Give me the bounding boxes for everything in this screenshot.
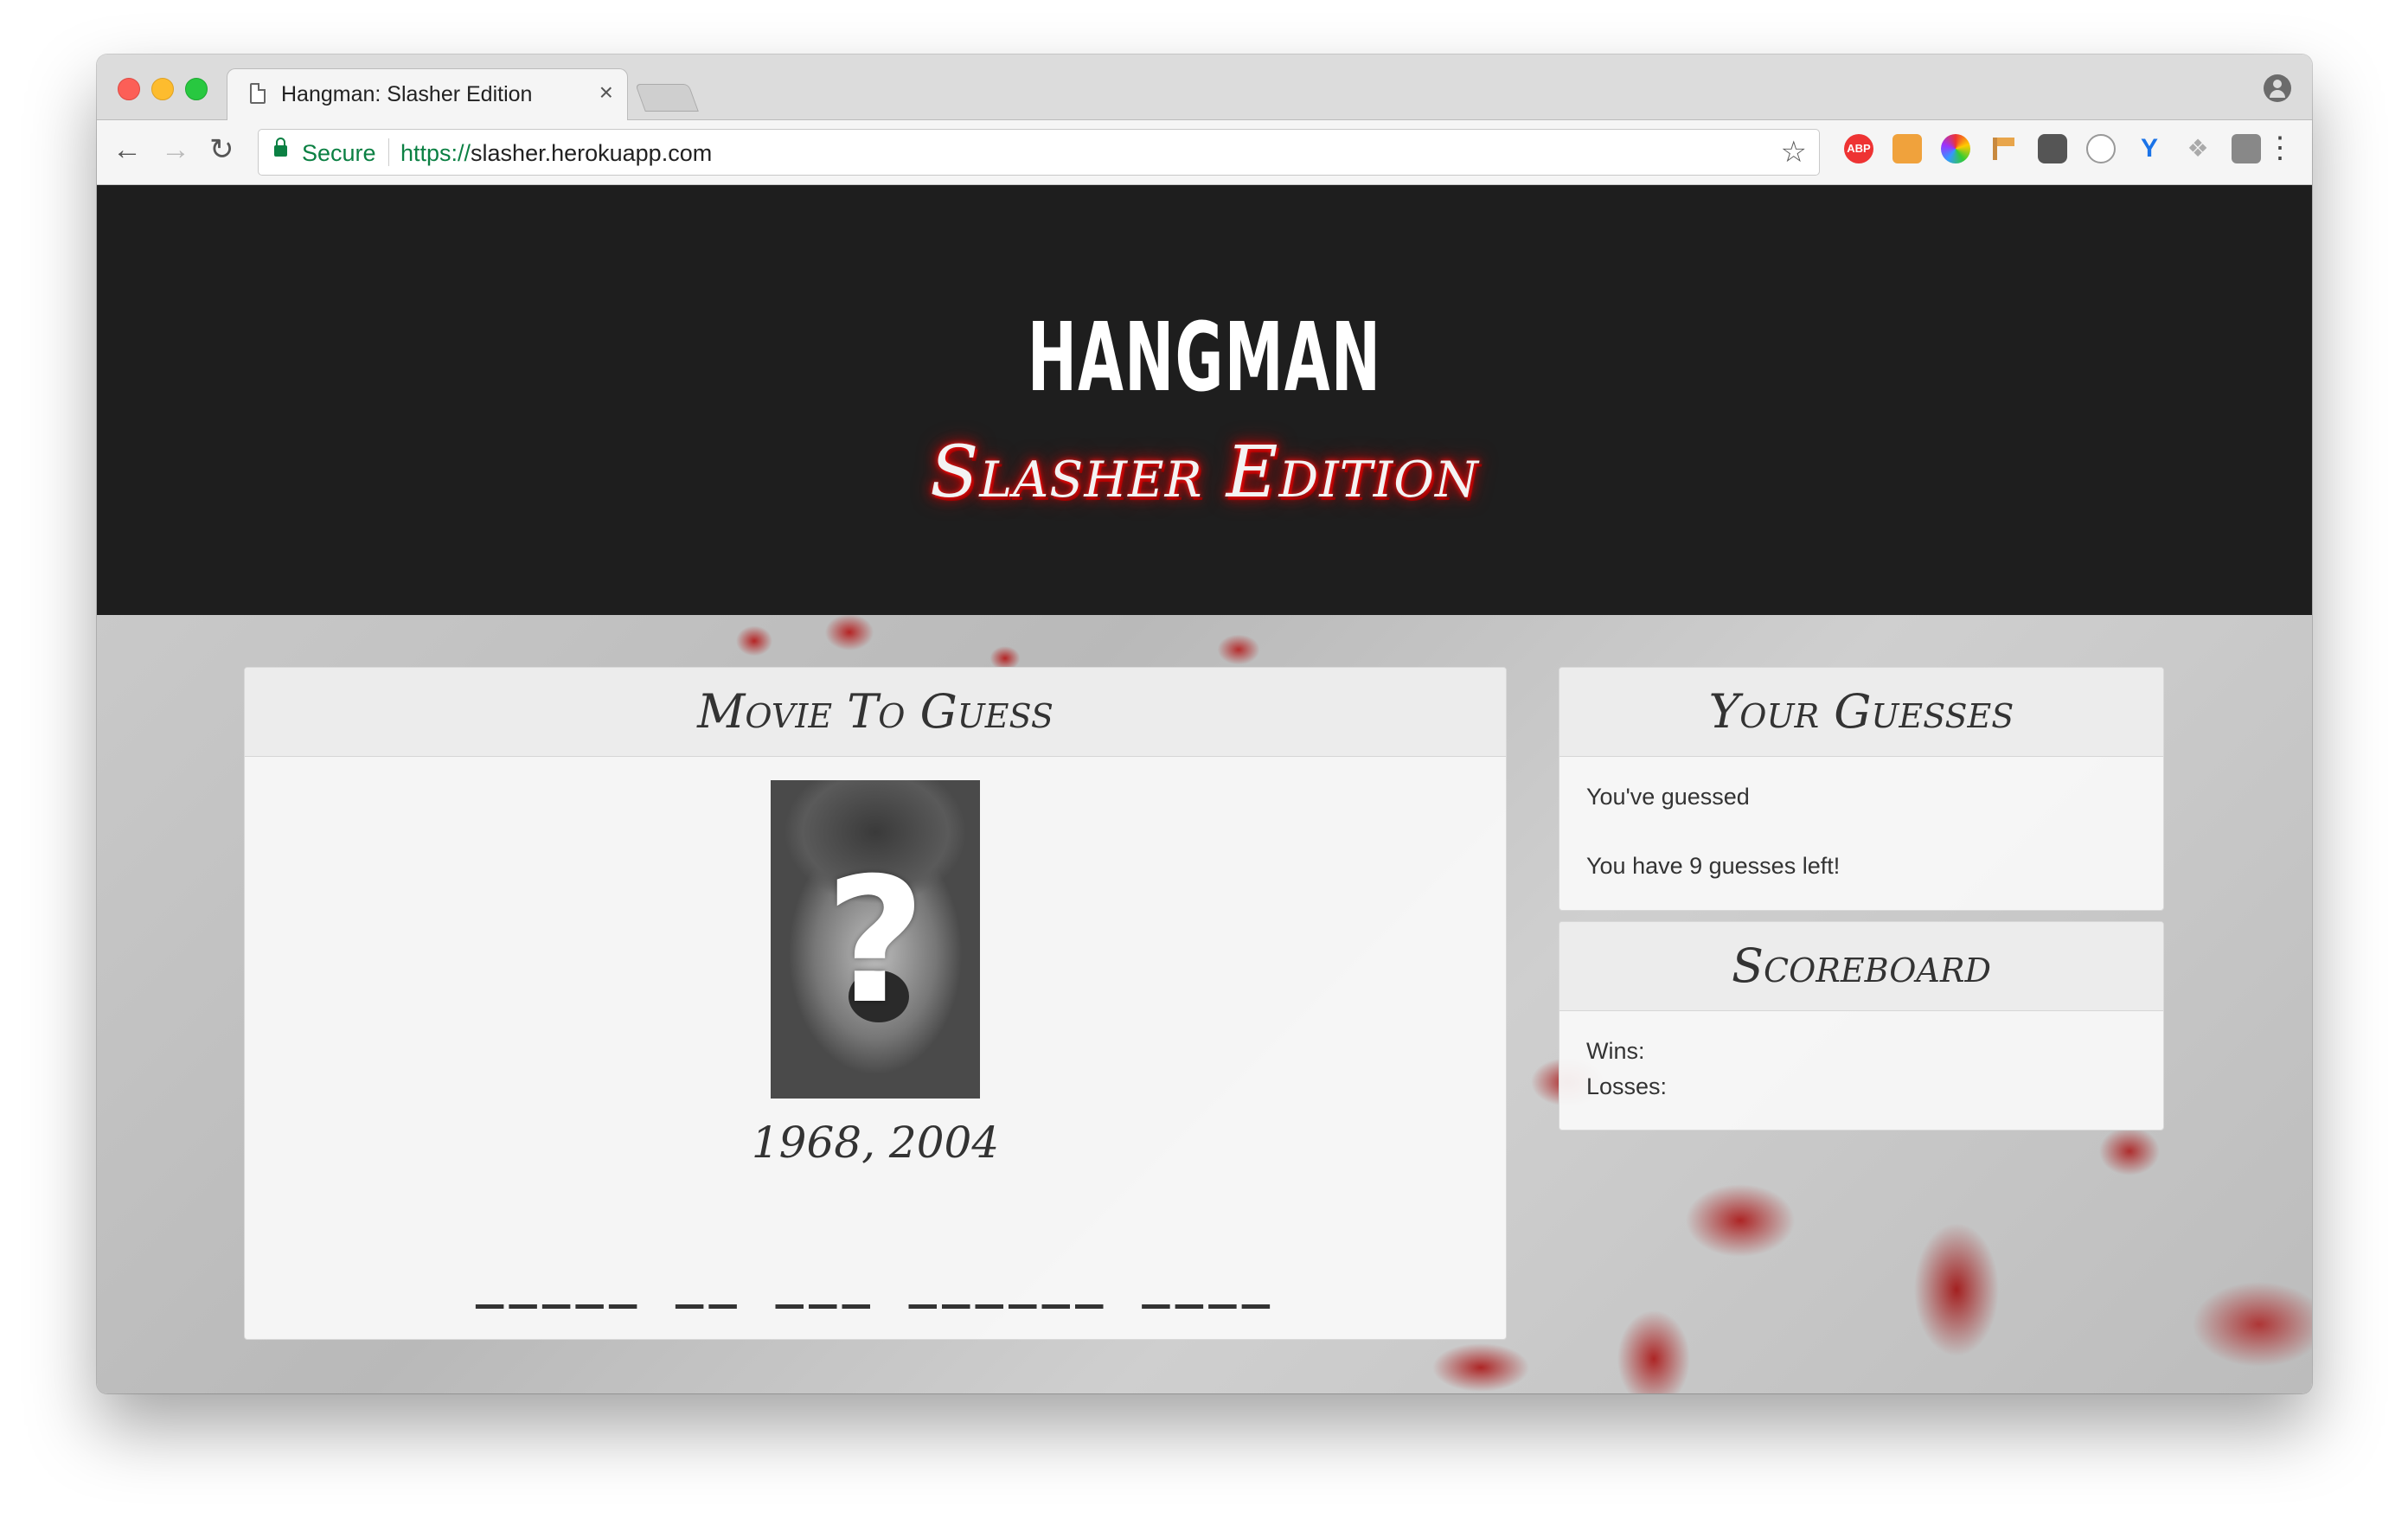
react-extension-icon[interactable] [2232, 134, 2261, 163]
close-window-button[interactable] [118, 78, 140, 100]
color-picker-extension-icon[interactable] [1941, 134, 1970, 163]
reload-icon[interactable]: ↻ [209, 132, 234, 167]
address-bar[interactable]: Secure https://slasher.herokuapp.com ☆ [258, 129, 1820, 176]
scoreboard-panel: Scoreboard Wins: Losses: [1559, 921, 2164, 1131]
scoreboard-heading: Scoreboard [1559, 922, 2163, 1011]
dropbox-extension-icon[interactable]: ❖ [2183, 134, 2213, 163]
site-title: HANGMAN [1027, 302, 1382, 413]
adblock-extension-icon[interactable]: ABP [1844, 134, 1873, 163]
tab-active[interactable]: Hangman: Slasher Edition × [227, 68, 628, 121]
guessed-letters-text: You've guessed [1586, 784, 1750, 810]
movie-panel: Movie To Guess ? 1968, 2004 _____ __ ___… [244, 667, 1507, 1340]
address-separator [388, 138, 389, 166]
guesses-remaining-text: You have 9 guesses left! [1586, 853, 1841, 879]
flag-extension-icon[interactable] [1989, 134, 2019, 163]
bookmark-star-icon[interactable]: ☆ [1781, 135, 1807, 170]
maximize-window-button[interactable] [185, 78, 208, 100]
word-blanks: _____ __ ___ ______ ____ [475, 1254, 1276, 1309]
question-mark-icon: ? [824, 841, 925, 1042]
new-tab-button[interactable] [635, 84, 699, 112]
menu-icon[interactable]: ⋮ [2265, 131, 2295, 165]
site-header: HANGMAN Slasher Edition [97, 185, 2312, 615]
browser-window: Hangman: Slasher Edition × ← → ↻ Secure … [97, 54, 2312, 1393]
pocket-extension-icon[interactable] [2038, 134, 2067, 163]
site-subtitle: Slasher Edition [930, 432, 1479, 514]
blood-splatter-background: Movie To Guess ? 1968, 2004 _____ __ ___… [97, 615, 2312, 1393]
url-text[interactable]: https://slasher.herokuapp.com [400, 140, 712, 167]
tab-bar: Hangman: Slasher Edition × [97, 54, 2312, 121]
guesses-panel: Your Guesses You've guessed You have 9 g… [1559, 667, 2164, 911]
y-extension-icon[interactable]: Y [2135, 134, 2164, 163]
url-host: slasher.herokuapp.com [471, 140, 713, 166]
forward-icon[interactable]: → [161, 132, 190, 167]
movie-poster-image: ? [771, 780, 980, 1099]
minimize-window-button[interactable] [151, 78, 174, 100]
circle-extension-icon[interactable] [2086, 134, 2116, 163]
back-icon[interactable]: ← [112, 132, 142, 167]
page-content: HANGMAN Slasher Edition Movie To Guess ?… [97, 185, 2312, 1393]
document-icon [250, 83, 266, 104]
tab-close-icon[interactable]: × [599, 80, 613, 106]
guesses-panel-heading: Your Guesses [1559, 668, 2163, 757]
url-scheme: https:// [400, 140, 471, 166]
browser-toolbar: ← → ↻ Secure https://slasher.herokuapp.c… [97, 120, 2312, 185]
movie-panel-heading: Movie To Guess [245, 668, 1506, 757]
lock-icon [274, 138, 287, 157]
profile-icon[interactable] [2264, 74, 2291, 102]
movie-years: 1968, 2004 [751, 1118, 1000, 1168]
wins-label: Wins: [1586, 1038, 1645, 1064]
losses-label: Losses: [1586, 1073, 1668, 1099]
tab-title: Hangman: Slasher Edition [281, 82, 533, 106]
extension-orange-icon[interactable] [1892, 134, 1922, 163]
secure-label: Secure [302, 140, 376, 166]
